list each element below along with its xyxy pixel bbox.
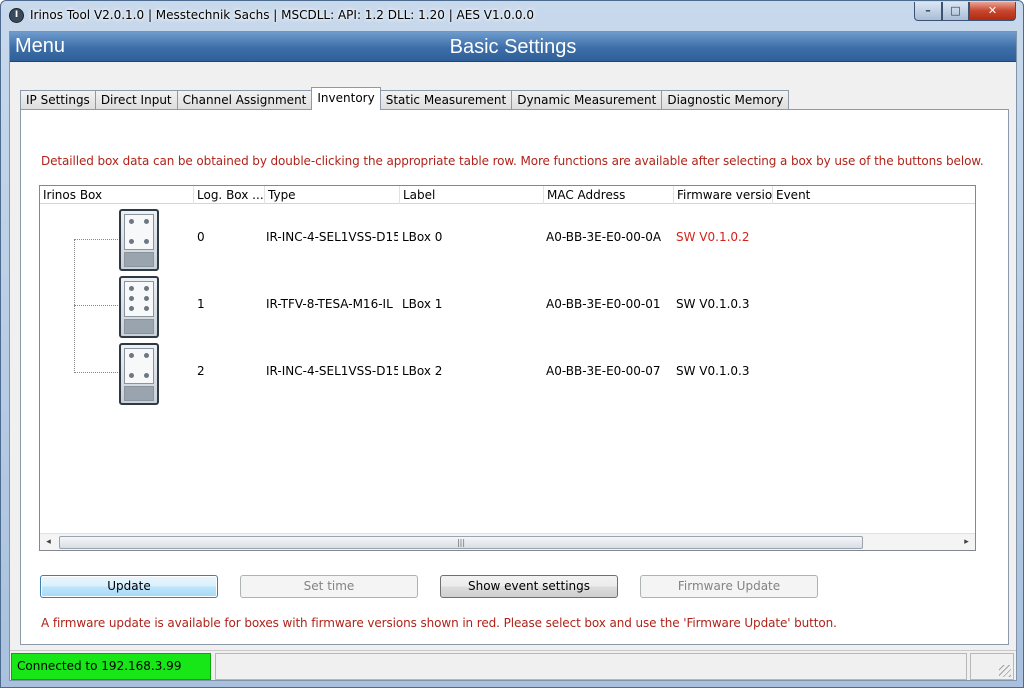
- title-bar[interactable]: I Irinos Tool V2.0.1.0 | Messtechnik Sac…: [1, 1, 1023, 31]
- cell-log-box: 2: [197, 364, 205, 378]
- cell-mac-address: A0-BB-3E-E0-00-07: [546, 364, 661, 378]
- irinos-box-icon: [119, 343, 159, 405]
- firmware-note: A firmware update is available for boxes…: [41, 616, 837, 630]
- cell-label: LBox 2: [402, 364, 443, 378]
- table-row[interactable]: 1 IR-TFV-8-TESA-M16-IL LBox 1 A0-BB-3E-E…: [40, 273, 975, 340]
- scroll-left-icon[interactable]: ◂: [40, 534, 57, 551]
- cell-type: IR-INC-4-SEL1VSS-D15F-: [266, 230, 398, 244]
- show-event-settings-button[interactable]: Show event settings: [440, 575, 618, 598]
- scrollbar-thumb[interactable]: |||: [59, 536, 863, 549]
- close-button[interactable]: ✕: [969, 2, 1016, 21]
- tab-channel-assignment[interactable]: Channel Assignment: [176, 90, 313, 110]
- table-header: Irinos Box Log. Box ... Type Label MAC A…: [40, 186, 975, 204]
- tab-dynamic-measurement[interactable]: Dynamic Measurement: [511, 90, 663, 110]
- cell-type: IR-INC-4-SEL1VSS-D15F-: [266, 364, 398, 378]
- status-panel-right: [970, 653, 1014, 680]
- minimize-button[interactable]: –: [914, 2, 942, 21]
- tab-direct-input[interactable]: Direct Input: [94, 90, 178, 110]
- table-row[interactable]: 2 IR-INC-4-SEL1VSS-D15F- LBox 2 A0-BB-3E…: [40, 340, 975, 407]
- cell-mac-address: A0-BB-3E-E0-00-01: [546, 297, 661, 311]
- resize-grip-icon[interactable]: [999, 665, 1011, 677]
- client-area: Menu Basic Settings IP Settings Direct I…: [9, 31, 1017, 681]
- window-title: Irinos Tool V2.0.1.0 | Messtechnik Sachs…: [30, 8, 534, 22]
- column-header-event[interactable]: Event: [773, 186, 975, 204]
- inventory-table[interactable]: Irinos Box Log. Box ... Type Label MAC A…: [39, 185, 976, 551]
- settings-area: IP Settings Direct Input Channel Assignm…: [10, 62, 1016, 680]
- column-header-type[interactable]: Type: [265, 186, 400, 204]
- cell-firmware-version: SW V0.1.0.3: [676, 364, 750, 378]
- irinos-box-icon: [119, 209, 159, 271]
- header-bar: Menu Basic Settings: [10, 32, 1016, 62]
- maximize-button[interactable]: □: [942, 2, 969, 21]
- scroll-right-icon[interactable]: ▸: [958, 534, 975, 551]
- tab-inventory[interactable]: Inventory: [311, 87, 381, 110]
- firmware-update-button[interactable]: Firmware Update: [640, 575, 818, 598]
- set-time-button[interactable]: Set time: [240, 575, 418, 598]
- app-icon: I: [9, 8, 24, 23]
- inventory-panel: Detailled box data can be obtained by do…: [20, 109, 1009, 645]
- application-window: I Irinos Tool V2.0.1.0 | Messtechnik Sac…: [0, 0, 1024, 688]
- cell-label: LBox 0: [402, 230, 443, 244]
- horizontal-scrollbar[interactable]: ◂ ||| ▸: [40, 533, 975, 550]
- column-header-irinos-box[interactable]: Irinos Box: [40, 186, 194, 204]
- column-header-label[interactable]: Label: [400, 186, 544, 204]
- cell-mac-address: A0-BB-3E-E0-00-0A: [546, 230, 662, 244]
- page-title: Basic Settings: [449, 36, 577, 58]
- cell-label: LBox 1: [402, 297, 443, 311]
- cell-log-box: 0: [197, 230, 205, 244]
- status-panel: [215, 653, 967, 680]
- cell-log-box: 1: [197, 297, 205, 311]
- cell-firmware-version: SW V0.1.0.2: [676, 230, 750, 244]
- column-header-mac-address[interactable]: MAC Address: [544, 186, 674, 204]
- irinos-box-icon: [119, 276, 159, 338]
- tab-diagnostic-memory[interactable]: Diagnostic Memory: [661, 90, 790, 110]
- cell-firmware-version: SW V0.1.0.3: [676, 297, 750, 311]
- tab-static-measurement[interactable]: Static Measurement: [379, 90, 513, 110]
- update-button[interactable]: Update: [40, 575, 218, 598]
- status-bar: Connected to 192.168.3.99: [10, 650, 1016, 680]
- column-header-log-box[interactable]: Log. Box ...: [194, 186, 265, 204]
- tab-ip-settings[interactable]: IP Settings: [20, 90, 96, 110]
- column-header-firmware-version[interactable]: Firmware version: [674, 186, 773, 204]
- connection-status: Connected to 192.168.3.99: [11, 653, 211, 680]
- cell-type: IR-TFV-8-TESA-M16-IL: [266, 297, 393, 311]
- info-text: Detailled box data can be obtained by do…: [41, 154, 984, 168]
- table-row[interactable]: 0 IR-INC-4-SEL1VSS-D15F- LBox 0 A0-BB-3E…: [40, 206, 975, 273]
- tab-strip: IP Settings Direct Input Channel Assignm…: [20, 87, 790, 110]
